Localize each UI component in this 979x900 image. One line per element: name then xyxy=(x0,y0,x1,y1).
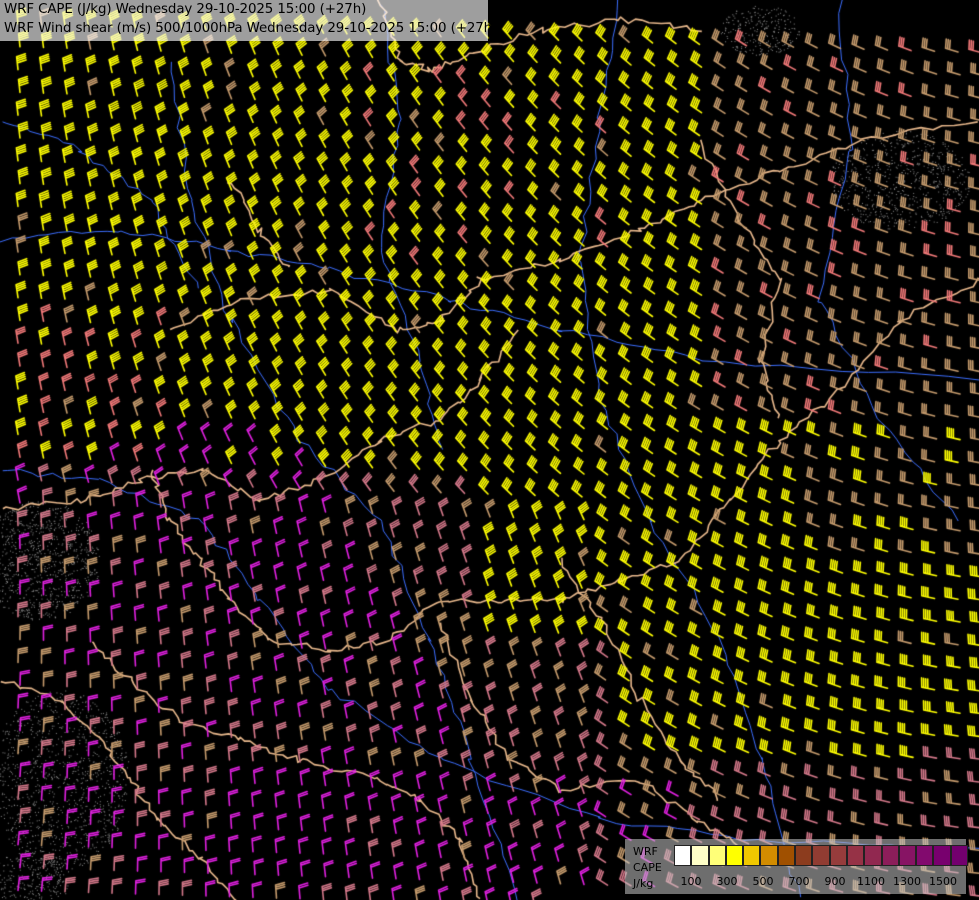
legend-tick-label: 300 xyxy=(716,875,738,888)
legend-swatch xyxy=(950,845,969,866)
cape-legend: WRF CAPE J/kg 100 300 500 700 900 1100 1300 150… xyxy=(625,839,969,894)
legend-swatch xyxy=(725,845,744,866)
legend-variable-label: CAPE xyxy=(633,861,662,874)
legend-tick-label: 700 xyxy=(788,875,810,888)
cape-title: WRF CAPE (J/kg) Wednesday 29-10-2025 15:… xyxy=(4,2,367,17)
legend-swatch xyxy=(691,845,709,866)
legend-color-scale xyxy=(674,845,969,866)
legend-tick-label: 1300 xyxy=(893,875,921,888)
legend-swatch xyxy=(864,845,882,866)
legend-model-label: WRF xyxy=(633,845,658,858)
cape-windshear-map[interactable] xyxy=(0,0,979,900)
legend-tick-label: 1100 xyxy=(857,875,885,888)
legend-swatch xyxy=(846,845,865,866)
legend-swatch xyxy=(708,845,726,866)
legend-swatch xyxy=(795,845,813,866)
legend-swatch xyxy=(916,845,934,866)
legend-swatch xyxy=(898,845,917,866)
legend-swatch xyxy=(881,845,899,866)
legend-unit-label: J/kg xyxy=(633,877,654,890)
legend-swatch xyxy=(777,845,796,866)
legend-tick-label: 1500 xyxy=(929,875,957,888)
legend-tick-label: 100 xyxy=(680,875,702,888)
legend-swatch xyxy=(933,845,951,866)
legend-tick-label: 500 xyxy=(752,875,774,888)
legend-swatch xyxy=(829,845,847,866)
windshear-title: WRF Wind shear (m/s) 500/1000hPa Wednesd… xyxy=(4,21,498,36)
legend-swatch xyxy=(760,845,778,866)
map-title-box: WRF CAPE (J/kg) Wednesday 29-10-2025 15:… xyxy=(0,0,497,41)
legend-swatch xyxy=(674,845,692,866)
legend-swatch xyxy=(812,845,830,866)
legend-swatch xyxy=(743,845,761,866)
legend-tick-label: 900 xyxy=(824,875,846,888)
